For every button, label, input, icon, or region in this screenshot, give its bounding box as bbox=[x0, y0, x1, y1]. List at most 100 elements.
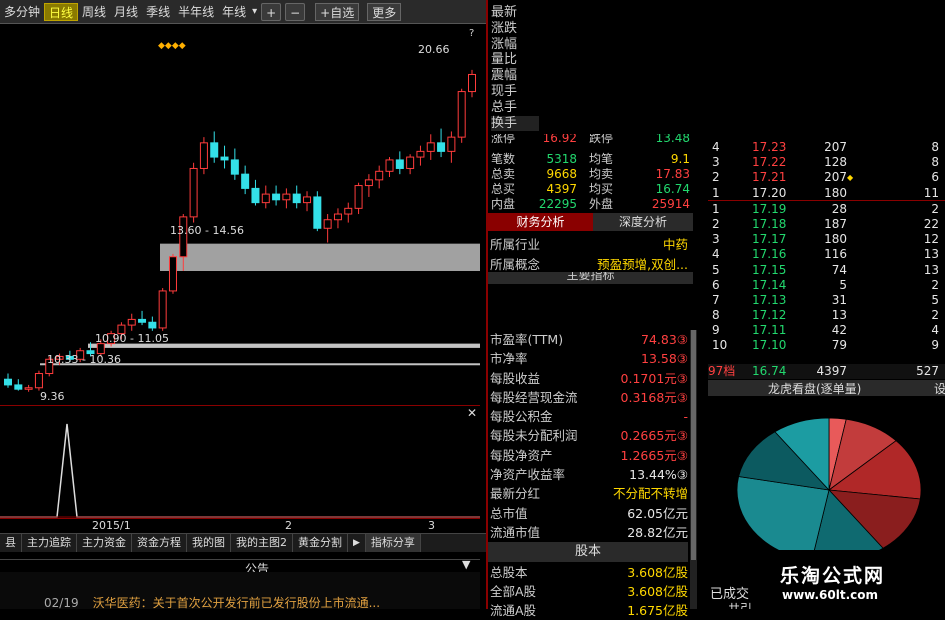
indicator-tab-main-fund[interactable]: 主力资金 bbox=[77, 534, 132, 552]
indicator-tab-fund-equation[interactable]: 资金方程 bbox=[132, 534, 187, 552]
candle-body bbox=[34, 373, 43, 389]
level-volume: 31 bbox=[831, 292, 847, 307]
equity-label: 流通A股 bbox=[490, 603, 537, 618]
zoom-out-button[interactable]: − bbox=[285, 2, 306, 21]
ask-row[interactable]: 3 17.22 128 8 bbox=[708, 155, 945, 170]
fin-row[interactable]: 每股经营现金流 0.3168元③ bbox=[488, 388, 688, 407]
indicator-tab-my-chart[interactable]: 我的图 bbox=[187, 534, 231, 552]
fin-row[interactable]: 流通市值 28.82亿元 bbox=[488, 523, 688, 542]
limit-up-value: 16.92 bbox=[542, 134, 577, 145]
equity-row: 总股本 3.608亿股 bbox=[490, 563, 688, 582]
fin-row[interactable]: 每股收益 0.1701元③ bbox=[488, 369, 688, 388]
fin-label: 总市值 bbox=[490, 505, 528, 521]
industry-value[interactable]: 中药 bbox=[663, 234, 688, 253]
add-watchlist-button[interactable]: +自选 bbox=[315, 2, 360, 21]
collapse-icon[interactable]: ▼ bbox=[462, 558, 470, 571]
scrollbar-thumb[interactable] bbox=[691, 330, 696, 560]
period-tab-week[interactable]: 周线 bbox=[78, 3, 110, 21]
limit-down-value: 13.48 bbox=[655, 134, 690, 145]
candle-body bbox=[292, 193, 301, 204]
fin-row[interactable]: 每股公积金 - bbox=[488, 407, 688, 426]
bid-row[interactable]: 2 17.18 187 22 bbox=[708, 217, 945, 232]
close-icon[interactable]: ✕ bbox=[467, 406, 477, 420]
period-tab-halfyear[interactable]: 半年线 bbox=[174, 3, 218, 21]
period-tab-multimin[interactable]: 多分钟 bbox=[0, 3, 44, 21]
indicator-tab-golden[interactable]: 黄金分割 bbox=[293, 534, 348, 552]
tab-financial-analysis[interactable]: 财务分析 bbox=[488, 213, 593, 231]
financial-indicators: 市盈率(TTM) 74.83③ 市净率 13.58③ 每股收益 0.1701元③ 每股经营现… bbox=[488, 330, 688, 542]
level-index: 2 bbox=[712, 216, 720, 231]
chevron-down-icon[interactable]: ▾ bbox=[250, 3, 259, 21]
question-icon[interactable]: ? bbox=[469, 28, 474, 39]
level-orders: 22 bbox=[923, 216, 939, 231]
level-price: 17.15 bbox=[752, 262, 787, 277]
indicator-tab-my-main2[interactable]: 我的主图2 bbox=[231, 534, 293, 552]
candle-body bbox=[457, 91, 466, 138]
candle-body bbox=[437, 142, 446, 152]
candle-body bbox=[168, 256, 177, 292]
event-markers[interactable]: ◆◆◆◆ bbox=[158, 41, 186, 51]
total-volume: 4397 bbox=[816, 364, 847, 378]
fin-row[interactable]: 每股未分配利润 0.2665元③ bbox=[488, 426, 688, 445]
total-orders: 527 bbox=[916, 364, 939, 378]
fin-label: 最新分红 bbox=[490, 486, 541, 502]
ask-row[interactable]: 1 17.20 180 11 bbox=[708, 186, 945, 201]
fin-row[interactable]: 最新分红 不分配不转增 bbox=[488, 484, 688, 503]
fin-label: 市净率 bbox=[490, 351, 528, 367]
period-tab-quarter[interactable]: 季线 bbox=[142, 3, 174, 21]
indicator-subchart[interactable] bbox=[0, 420, 480, 518]
bid-row[interactable]: 9 17.11 42 4 bbox=[708, 323, 945, 338]
bid-row[interactable]: 10 17.10 79 9 bbox=[708, 338, 945, 353]
level-orders: 2 bbox=[931, 201, 939, 216]
fin-value: 0.2665元③ bbox=[620, 428, 688, 444]
bid-row[interactable]: 6 17.14 5 2 bbox=[708, 278, 945, 293]
scrollbar[interactable] bbox=[690, 330, 697, 609]
level-marker-icon bbox=[847, 155, 859, 170]
fin-row[interactable]: 每股净资产 1.2665元③ bbox=[488, 446, 688, 465]
fin-row[interactable]: 市净率 13.58③ bbox=[488, 349, 688, 368]
field-volume-ratio: 量比 bbox=[491, 52, 518, 68]
period-tab-day[interactable]: 日线 bbox=[44, 2, 79, 21]
order-book: 4 17.23 207 83 17.22 128 82 17.21 207 ◆ … bbox=[708, 140, 945, 354]
fin-row[interactable]: 净资产收益率 13.44%③ bbox=[488, 465, 688, 484]
tab-deep-analysis[interactable]: 深度分析 bbox=[593, 213, 693, 231]
bid-row[interactable]: 1 17.19 28 2 bbox=[708, 202, 945, 217]
bid-row[interactable]: 7 17.13 31 5 bbox=[708, 293, 945, 308]
indicator-tab-main-track[interactable]: 主力追踪 bbox=[22, 534, 77, 552]
announcement-item[interactable]: 02/19 沃华医药：关于首次公开发行前已发行股份上市流通... bbox=[44, 594, 380, 611]
level-marker-icon bbox=[847, 217, 859, 232]
dragon-tiger-title[interactable]: 龙虎看盘(逐单量) bbox=[768, 380, 861, 397]
dragon-tiger-settings[interactable]: 设 bbox=[934, 380, 945, 397]
level-index: 6 bbox=[712, 277, 720, 292]
bid-row[interactable]: 8 17.12 13 2 bbox=[708, 308, 945, 323]
indicator-share-button[interactable]: 指标分享 bbox=[365, 534, 421, 552]
level-marker-icon bbox=[847, 232, 859, 247]
more-button[interactable]: 更多 bbox=[367, 2, 402, 21]
level-index: 5 bbox=[712, 262, 720, 277]
concept-value[interactable]: 预盈预增,双创... bbox=[597, 254, 688, 273]
level-price: 17.21 bbox=[752, 170, 787, 185]
bid-row[interactable]: 5 17.15 74 13 bbox=[708, 263, 945, 278]
period-tab-year[interactable]: 年线 bbox=[218, 3, 250, 21]
period-tab-month[interactable]: 月线 bbox=[110, 3, 142, 21]
indicator-tab-partial[interactable]: 县 bbox=[0, 534, 22, 552]
level-volume: 5 bbox=[839, 277, 847, 292]
fin-row[interactable]: 市盈率(TTM) 74.83③ bbox=[488, 330, 688, 349]
level-orders: 8 bbox=[931, 155, 939, 170]
zoom-in-button[interactable]: + bbox=[261, 2, 282, 21]
level-volume: 207 bbox=[824, 140, 847, 154]
fin-label: 每股净资产 bbox=[490, 447, 553, 463]
ask-row[interactable]: 4 17.23 207 8 bbox=[708, 140, 945, 155]
level-price: 17.11 bbox=[752, 323, 787, 338]
candlestick-chart[interactable]: ◆◆◆◆ ? 20.66 13.60 - 14.56 10.90 - 11.05… bbox=[0, 24, 480, 405]
scroll-right-icon[interactable]: ▶ bbox=[348, 534, 366, 552]
fin-label: 每股未分配利润 bbox=[490, 428, 578, 444]
level-marker-icon bbox=[847, 323, 859, 338]
bid-row[interactable]: 4 17.16 116 13 bbox=[708, 247, 945, 262]
ask-row[interactable]: 2 17.21 207 ◆ 6 bbox=[708, 170, 945, 185]
bid-row[interactable]: 3 17.17 180 12 bbox=[708, 232, 945, 247]
fin-row[interactable]: 总市值 62.05亿元 bbox=[488, 504, 688, 523]
level-volume: 207 bbox=[824, 170, 847, 185]
level-index: 3 bbox=[712, 232, 720, 247]
quote-row: 总买 4397 均买 16.74 bbox=[491, 181, 696, 197]
